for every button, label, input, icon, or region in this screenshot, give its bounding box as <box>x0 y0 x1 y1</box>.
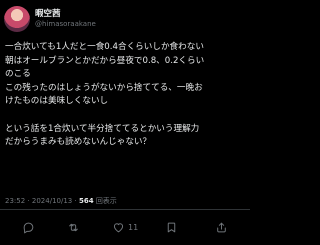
meta-separator: · <box>74 197 77 205</box>
heart-icon <box>113 222 124 232</box>
bookmark-button[interactable] <box>165 216 178 238</box>
share-icon <box>217 222 226 232</box>
meta-separator: · <box>27 197 30 205</box>
post-text-blank-line <box>5 109 247 123</box>
post-text: 一合炊いても1人だと一食0.4合くらいしか食わない 朝はオールブランとかだから昼… <box>5 41 247 150</box>
post-time[interactable]: 23:52 <box>5 197 25 205</box>
like-count: 11 <box>128 222 139 232</box>
avatar[interactable] <box>4 6 30 32</box>
like-button[interactable]: 11 <box>112 216 138 238</box>
post-date[interactable]: 2024/10/13 <box>32 197 72 205</box>
author-names: 暇空茜 @himasoraakane <box>35 9 96 28</box>
post-header: 暇空茜 @himasoraakane <box>4 6 96 32</box>
action-bar: 11 <box>0 216 250 238</box>
post-text-line: のこる <box>5 69 31 80</box>
author-display-name[interactable]: 暇空茜 <box>35 9 96 20</box>
bookmark-icon <box>167 222 176 232</box>
views-count: 564 <box>78 197 94 205</box>
reply-button[interactable] <box>22 216 35 238</box>
post-text-line: この残ったのはしょうがないから捨ててる、一晩お <box>5 82 203 93</box>
post-meta: 23:52 · 2024/10/13 · 564 回表示 <box>5 196 117 206</box>
post-text-line: 一合炊いても1人だと一食0.4合くらいしか食わない <box>5 42 204 52</box>
views-label: 回表示 <box>95 197 117 205</box>
post-text-line: 朝はオールブランとかだから昼夜で0.8、0.2くらい <box>5 55 205 66</box>
author-handle[interactable]: @himasoraakane <box>35 20 96 28</box>
share-button[interactable] <box>215 216 228 238</box>
post-text-line: という話を1合炊いて半分捨ててるとかいう理解力 <box>5 123 200 134</box>
post-text-line: だからうまみも読めないんじゃない？ <box>5 137 152 148</box>
repost-button[interactable] <box>67 216 80 238</box>
post: 暇空茜 @himasoraakane 一合炊いても1人だと一食0.4合くらいしか… <box>0 0 250 245</box>
divider <box>0 209 250 210</box>
post-text-line: けたものは美味しくないし <box>5 96 109 107</box>
repost-icon <box>69 223 78 231</box>
reply-icon <box>23 222 34 233</box>
